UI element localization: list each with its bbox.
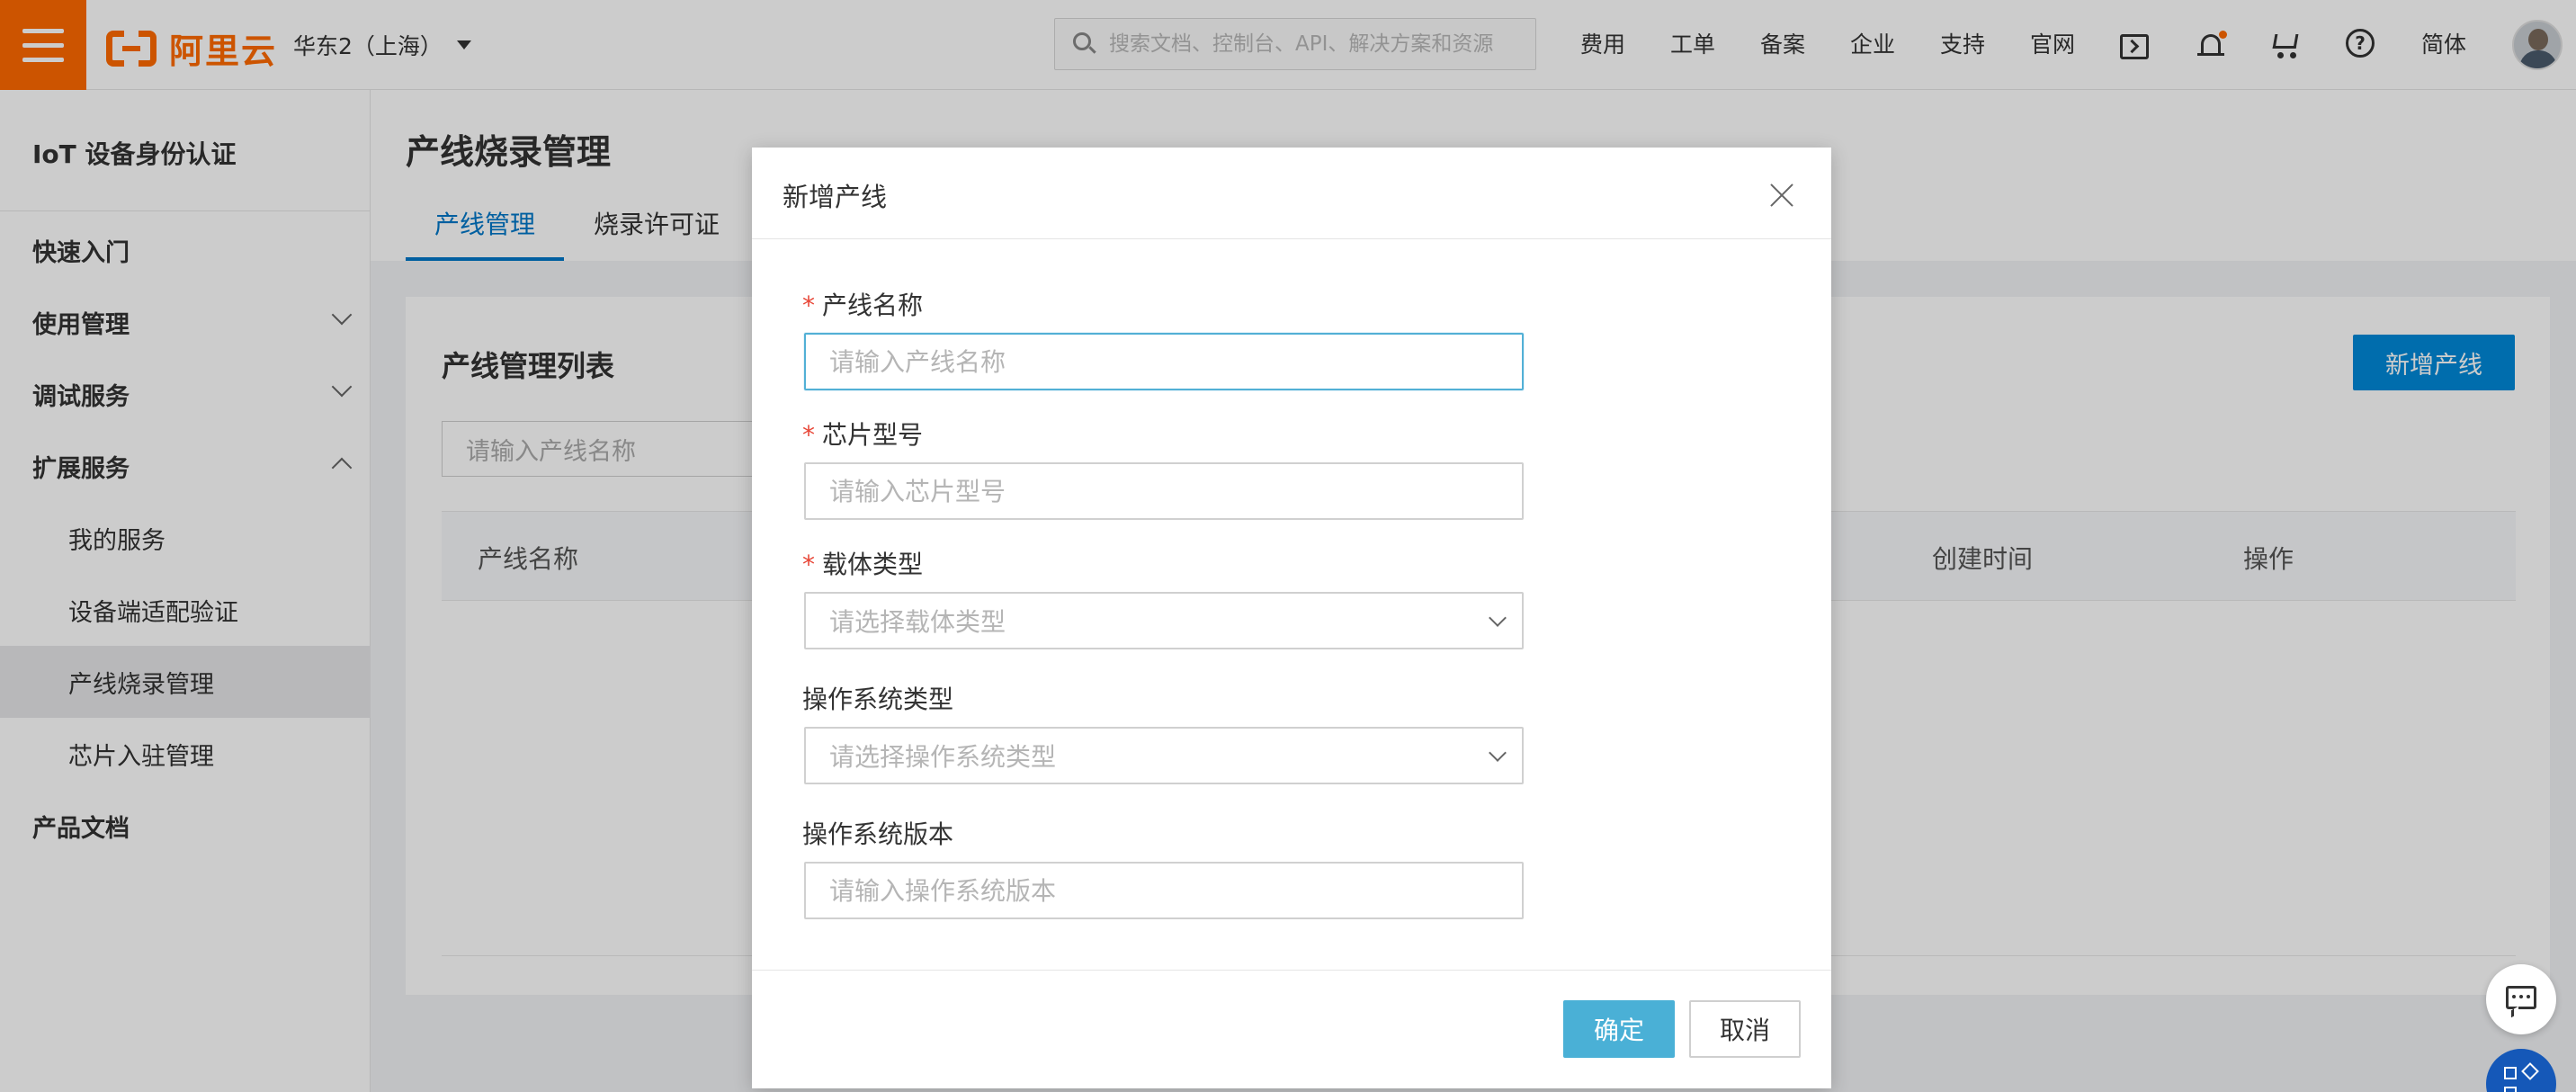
required-marker: * (802, 550, 815, 579)
required-marker: * (802, 291, 815, 320)
field-label-text: 操作系统版本 (802, 819, 954, 849)
chip-model-input[interactable] (829, 476, 1459, 506)
os-version-input[interactable] (829, 875, 1459, 906)
dialog-title: 新增产线 (783, 182, 888, 212)
add-line-dialog: 新增产线 *产线名称 *芯片型号 *载体类型 请选择载体类型 操作系统类型 请选… (752, 148, 1831, 1088)
field-label-os-version: 操作系统版本 (802, 815, 953, 851)
field-label-text: 载体类型 (822, 550, 924, 579)
line-name-field[interactable] (804, 333, 1524, 390)
dialog-header: 新增产线 (752, 148, 1831, 239)
field-label-os-type: 操作系统类型 (802, 680, 953, 716)
select-placeholder: 请选择操作系统类型 (829, 742, 1057, 772)
confirm-button[interactable]: 确定 (1563, 1000, 1675, 1058)
carrier-type-select[interactable]: 请选择载体类型 (804, 592, 1524, 649)
chip-model-field[interactable] (804, 462, 1524, 520)
field-label-line-name: * 产线名称 (802, 286, 923, 322)
select-placeholder: 请选择载体类型 (829, 607, 1006, 637)
field-label-chip-model: * 芯片型号 (802, 416, 923, 452)
chevron-down-icon (1489, 609, 1507, 627)
line-name-input[interactable] (829, 346, 1459, 377)
chevron-down-icon (1489, 744, 1507, 762)
field-label-text: 芯片型号 (822, 420, 924, 450)
field-label-text: 产线名称 (822, 291, 924, 320)
close-icon[interactable] (1770, 183, 1793, 207)
os-type-select[interactable]: 请选择操作系统类型 (804, 727, 1524, 784)
required-marker: * (802, 420, 815, 450)
chat-assistant-icon[interactable] (2486, 964, 2556, 1034)
os-version-field[interactable] (804, 862, 1524, 919)
field-label-carrier-type: * 载体类型 (802, 545, 923, 581)
field-label-text: 操作系统类型 (802, 685, 954, 714)
cancel-button[interactable]: 取消 (1689, 1000, 1801, 1058)
